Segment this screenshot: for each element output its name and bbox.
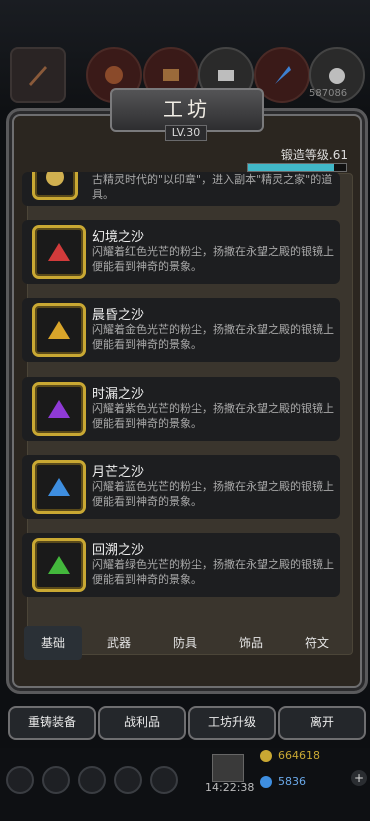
add-icon[interactable]: +: [351, 770, 367, 786]
red-sand-icon: [48, 243, 70, 261]
tab-basic[interactable]: 基础: [24, 626, 82, 660]
item-icon-frame: [32, 538, 86, 592]
menu-button-3[interactable]: [78, 766, 106, 794]
gold-count: 664618: [278, 749, 320, 762]
list-item[interactable]: 时漏之沙 闪耀着紫色光芒的粉尘，扬撒在永望之殿的银镜上便能看到神奇的景象。: [22, 377, 340, 441]
gold-sand-icon: [48, 321, 70, 339]
item-description: 闪耀着紫色光芒的粉尘，扬撒在永望之殿的银镜上便能看到神奇的景象。: [92, 402, 334, 430]
forge-level-label: 锻造等级.61: [280, 148, 348, 162]
forge-progress-fill: [248, 164, 335, 171]
upgrade-workshop-button[interactable]: 工坊升级: [188, 706, 276, 740]
item-icon-frame: [32, 172, 78, 200]
axe-icon: [105, 66, 123, 84]
category-tabs: 基础 武器 防具 饰品 符文: [24, 626, 346, 660]
sword-icon: [29, 66, 47, 86]
tab-accessory[interactable]: 饰品: [222, 626, 280, 660]
feather-icon: [275, 66, 291, 84]
item-description: 闪耀着金色光芒的粉尘，扬撒在永望之殿的银镜上便能看到神奇的景象。: [92, 323, 334, 351]
item-name: 晨昏之沙: [92, 308, 145, 323]
panel-title: 工坊: [163, 97, 211, 121]
gem-count: 5836: [278, 775, 306, 788]
item-description: 闪耀着绿色光芒的粉尘，扬撒在永望之殿的银镜上便能看到神奇的景象。: [92, 558, 334, 586]
item-description: 闪耀着蓝色光芒的粉尘，扬撒在永望之殿的银镜上便能看到神奇的景象。: [92, 480, 334, 508]
leave-button[interactable]: 离开: [278, 706, 366, 740]
coin-icon: [46, 172, 64, 186]
gift-icon[interactable]: [212, 754, 244, 782]
forge-progress-bar: [247, 163, 347, 172]
list-item[interactable]: 回溯之沙 闪耀着绿色光芒的粉尘，扬撒在永望之殿的银镜上便能看到神奇的景象。: [22, 533, 340, 597]
stat-number-3: 587086: [309, 88, 348, 99]
workshop-level: LV.30: [165, 125, 207, 141]
item-name: 时漏之沙: [92, 387, 145, 402]
gold-icon: [260, 750, 272, 762]
menu-button-1[interactable]: [6, 766, 34, 794]
green-sand-icon: [48, 556, 70, 574]
list-item[interactable]: 晨昏之沙 闪耀着金色光芒的粉尘，扬撒在永望之殿的银镜上便能看到神奇的景象。: [22, 298, 340, 362]
weapon-slot[interactable]: [10, 47, 66, 103]
gem-icon: [260, 776, 272, 788]
blue-sand-icon: [48, 478, 70, 496]
helmet-icon: [329, 68, 345, 84]
item-name: 月芒之沙: [92, 465, 145, 480]
item-description: 闪耀着红色光芒的粉尘，扬撒在永望之殿的银镜上便能看到神奇的景象。: [92, 245, 334, 273]
item-icon-frame: [32, 460, 86, 514]
tab-rune[interactable]: 符文: [288, 626, 346, 660]
reforge-button[interactable]: 重铸装备: [8, 706, 96, 740]
menu-button-5[interactable]: [150, 766, 178, 794]
chest-icon: [218, 70, 234, 81]
loot-button[interactable]: 战利品: [98, 706, 186, 740]
item-icon-frame: [32, 303, 86, 357]
item-icon-frame: [32, 225, 86, 279]
list-item[interactable]: 月芒之沙 闪耀着蓝色光芒的粉尘，扬撒在永望之殿的银镜上便能看到神奇的景象。: [22, 455, 340, 519]
item-description: 古精灵时代的"以印章"，进入副本"精灵之家"的道具。: [92, 173, 333, 201]
item-icon-frame: [32, 382, 86, 436]
scroll-icon: [163, 69, 179, 81]
list-item[interactable]: 古精灵时代的"以印章"，进入副本"精灵之家"的道具。: [22, 172, 340, 206]
tab-armor[interactable]: 防具: [156, 626, 214, 660]
purple-sand-icon: [48, 400, 70, 418]
list-item[interactable]: 幻境之沙 闪耀着红色光芒的粉尘，扬撒在永望之殿的银镜上便能看到神奇的景象。: [22, 220, 340, 284]
item-name: 回溯之沙: [92, 543, 145, 558]
clock: 14:22:38: [205, 781, 255, 794]
tab-weapon[interactable]: 武器: [90, 626, 148, 660]
menu-button-4[interactable]: [114, 766, 142, 794]
item-name: 幻境之沙: [92, 230, 145, 245]
menu-button-2[interactable]: [42, 766, 70, 794]
